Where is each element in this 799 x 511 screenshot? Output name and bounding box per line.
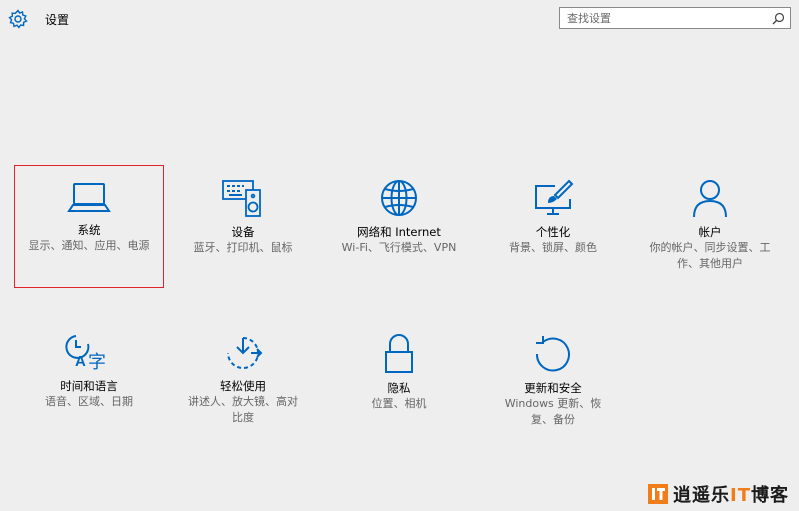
tile-privacy[interactable]: 隐私 位置、相机 [324,334,474,412]
highlight-frame [14,165,164,288]
ease-of-access-icon [227,337,263,369]
tile-description: Wi-Fi、飞行模式、VPN [341,241,457,254]
tile-accounts[interactable]: 帐户 你的帐户、同步设置、工作、其他用户 [635,178,785,272]
tile-label: 隐私 [387,381,411,395]
devices-icon [222,180,261,217]
tile-description: Windows 更新、恢复、备份 [504,397,602,426]
watermark-text-suffix: 博客 [751,485,789,506]
search-input[interactable] [560,8,765,28]
watermark-text: 逍遥乐IT博客 [673,481,789,507]
refresh-icon [535,336,570,372]
svg-text:A: A [75,353,86,370]
watermark: 逍遥乐IT博客 [647,481,789,507]
tile-network[interactable]: 网络和 Internet Wi-Fi、飞行模式、VPN [324,178,474,256]
tile-label: 时间和语言 [60,379,118,393]
tile-update-security[interactable]: 更新和安全 Windows 更新、恢复、备份 [478,334,628,428]
tile-description: 位置、相机 [371,397,427,410]
tile-personalization[interactable]: 个性化 背景、锁屏、颜色 [478,178,628,256]
tile-description: 讲述人、放大镜、高对比度 [188,395,298,424]
search-icon[interactable] [772,12,785,25]
personalization-icon [535,179,574,215]
gear-icon [8,9,28,29]
tile-description: 你的帐户、同步设置、工作、其他用户 [649,241,771,270]
tile-label: 更新和安全 [524,381,582,395]
watermark-logo-icon [648,484,669,504]
watermark-text-part: 逍遥乐 [673,485,731,506]
person-icon [693,180,727,218]
tile-description: 背景、锁屏、颜色 [509,241,597,254]
tile-time-language[interactable]: A 字 时间和语言 语音、区域、日期 [14,334,164,410]
tile-label: 个性化 [535,225,571,239]
tile-label: 设备 [231,225,255,239]
watermark-accent: IT [730,485,751,506]
tile-ease-of-access[interactable]: 轻松使用 讲述人、放大镜、高对比度 [168,334,318,426]
lock-icon [385,334,413,373]
tile-description: 蓝牙、打印机、鼠标 [193,241,293,254]
page-title: 设置 [45,13,70,27]
tile-label: 网络和 Internet [357,225,441,239]
tile-label: 轻松使用 [220,379,266,393]
tile-description: 语音、区域、日期 [45,395,133,408]
search-box[interactable] [559,7,791,29]
svg-text:字: 字 [88,352,106,372]
globe-icon [381,180,417,216]
tile-devices[interactable]: 设备 蓝牙、打印机、鼠标 [168,178,318,256]
tile-label: 帐户 [698,225,722,239]
time-language-icon: A 字 [65,335,106,372]
